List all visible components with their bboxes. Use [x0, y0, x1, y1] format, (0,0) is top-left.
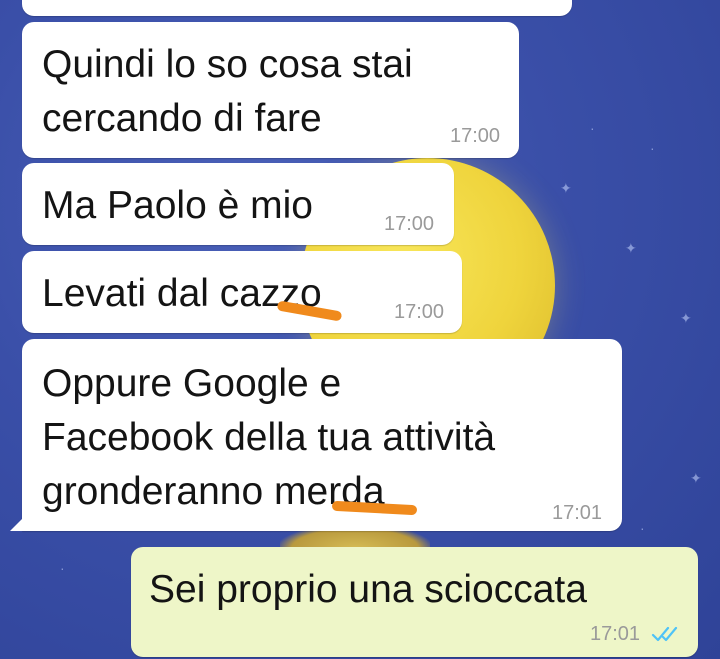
- message-bubble-outgoing[interactable]: Sei proprio una scioccata 17:01: [131, 547, 698, 657]
- star-icon: ·: [60, 560, 65, 576]
- double-check-icon: [651, 626, 678, 642]
- message-text: Levati dal cazzo: [42, 272, 322, 315]
- message-bubble[interactable]: Levati dal cazzo 17:00: [22, 251, 462, 333]
- message-text: Oppure Google e Facebook della tua attiv…: [42, 362, 496, 513]
- message-time: 17:00: [384, 213, 435, 235]
- star-icon: ·: [640, 520, 645, 536]
- message-time: 17:01: [552, 502, 603, 524]
- bubble-tail: [10, 519, 22, 531]
- message-time: 17:00: [450, 125, 501, 147]
- star-icon: ✦: [625, 240, 637, 256]
- message-text: Quindi lo so cosa stai cercando di fare: [42, 43, 413, 140]
- star-icon: ✦: [560, 180, 572, 196]
- message-time: 17:01: [590, 623, 641, 645]
- star-icon: ✦: [690, 470, 702, 486]
- message-time: 17:00: [394, 301, 445, 323]
- chat-background: ✦ ✦ ✦ · · ✦ · · Quindi lo so cosa stai c…: [0, 0, 720, 659]
- message-bubble[interactable]: Oppure Google e Facebook della tua attiv…: [22, 339, 622, 531]
- message-text: Sei proprio una scioccata: [149, 568, 587, 611]
- message-text: Ma Paolo è mio: [42, 184, 313, 227]
- star-icon: ✦: [680, 310, 692, 326]
- star-icon: ·: [590, 120, 595, 136]
- message-bubble[interactable]: Ma Paolo è mio 17:00: [22, 163, 454, 245]
- star-icon: ·: [650, 140, 655, 156]
- message-bubble-cut: [22, 0, 572, 16]
- message-bubble[interactable]: Quindi lo so cosa stai cercando di fare …: [22, 22, 519, 158]
